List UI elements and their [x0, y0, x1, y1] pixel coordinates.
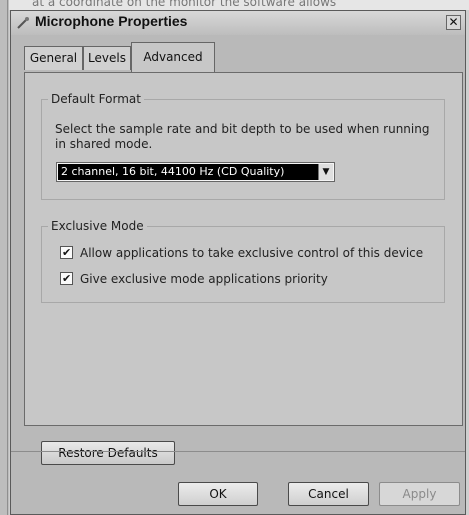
exclusive-priority-checkbox[interactable]: ✔	[60, 272, 73, 285]
default-format-group: Default Format Select the sample rate an…	[41, 92, 445, 200]
footer-divider	[11, 451, 465, 452]
tab-strip: General Levels Advanced	[24, 42, 444, 74]
exclusive-control-label: Allow applications to take exclusive con…	[80, 246, 424, 260]
exclusive-priority-label: Give exclusive mode applications priorit…	[80, 272, 328, 286]
exclusive-mode-group: Exclusive Mode ✔ Allow applications to t…	[41, 219, 445, 303]
chevron-down-icon[interactable]: ▼	[318, 164, 333, 180]
ok-button[interactable]: OK	[178, 482, 258, 506]
checkmark-icon: ✔	[62, 246, 72, 259]
apply-button[interactable]: Apply	[379, 482, 460, 506]
tab-levels[interactable]: Levels	[83, 46, 131, 70]
background-text: at a coordinate on the monitor the softw…	[32, 0, 337, 9]
microphone-icon	[17, 17, 29, 29]
checkmark-icon: ✔	[62, 272, 72, 285]
tab-general[interactable]: General	[24, 46, 83, 70]
close-button[interactable]: ✕	[446, 15, 461, 30]
sample-rate-dropdown[interactable]: 2 channel, 16 bit, 44100 Hz (CD Quality)…	[56, 162, 335, 182]
restore-defaults-button[interactable]: Restore Defaults	[41, 441, 175, 465]
sample-rate-value: 2 channel, 16 bit, 44100 Hz (CD Quality)	[58, 164, 322, 180]
background-window-strip: at a coordinate on the monitor the softw…	[0, 0, 469, 10]
background-window-edge	[0, 0, 9, 515]
cancel-button[interactable]: Cancel	[288, 482, 369, 506]
default-format-label: Default Format	[48, 92, 144, 106]
exclusive-control-checkbox[interactable]: ✔	[60, 246, 73, 259]
tab-advanced[interactable]: Advanced	[131, 42, 215, 72]
microphone-properties-dialog: Microphone Properties ✕ General Levels A…	[10, 10, 466, 515]
close-icon: ✕	[448, 15, 459, 29]
exclusive-mode-label: Exclusive Mode	[48, 219, 147, 233]
advanced-panel: Default Format Select the sample rate an…	[24, 72, 463, 465]
titlebar[interactable]: Microphone Properties ✕	[11, 11, 465, 35]
default-format-description: Select the sample rate and bit depth to …	[55, 122, 430, 151]
dialog-title: Microphone Properties	[35, 13, 188, 29]
